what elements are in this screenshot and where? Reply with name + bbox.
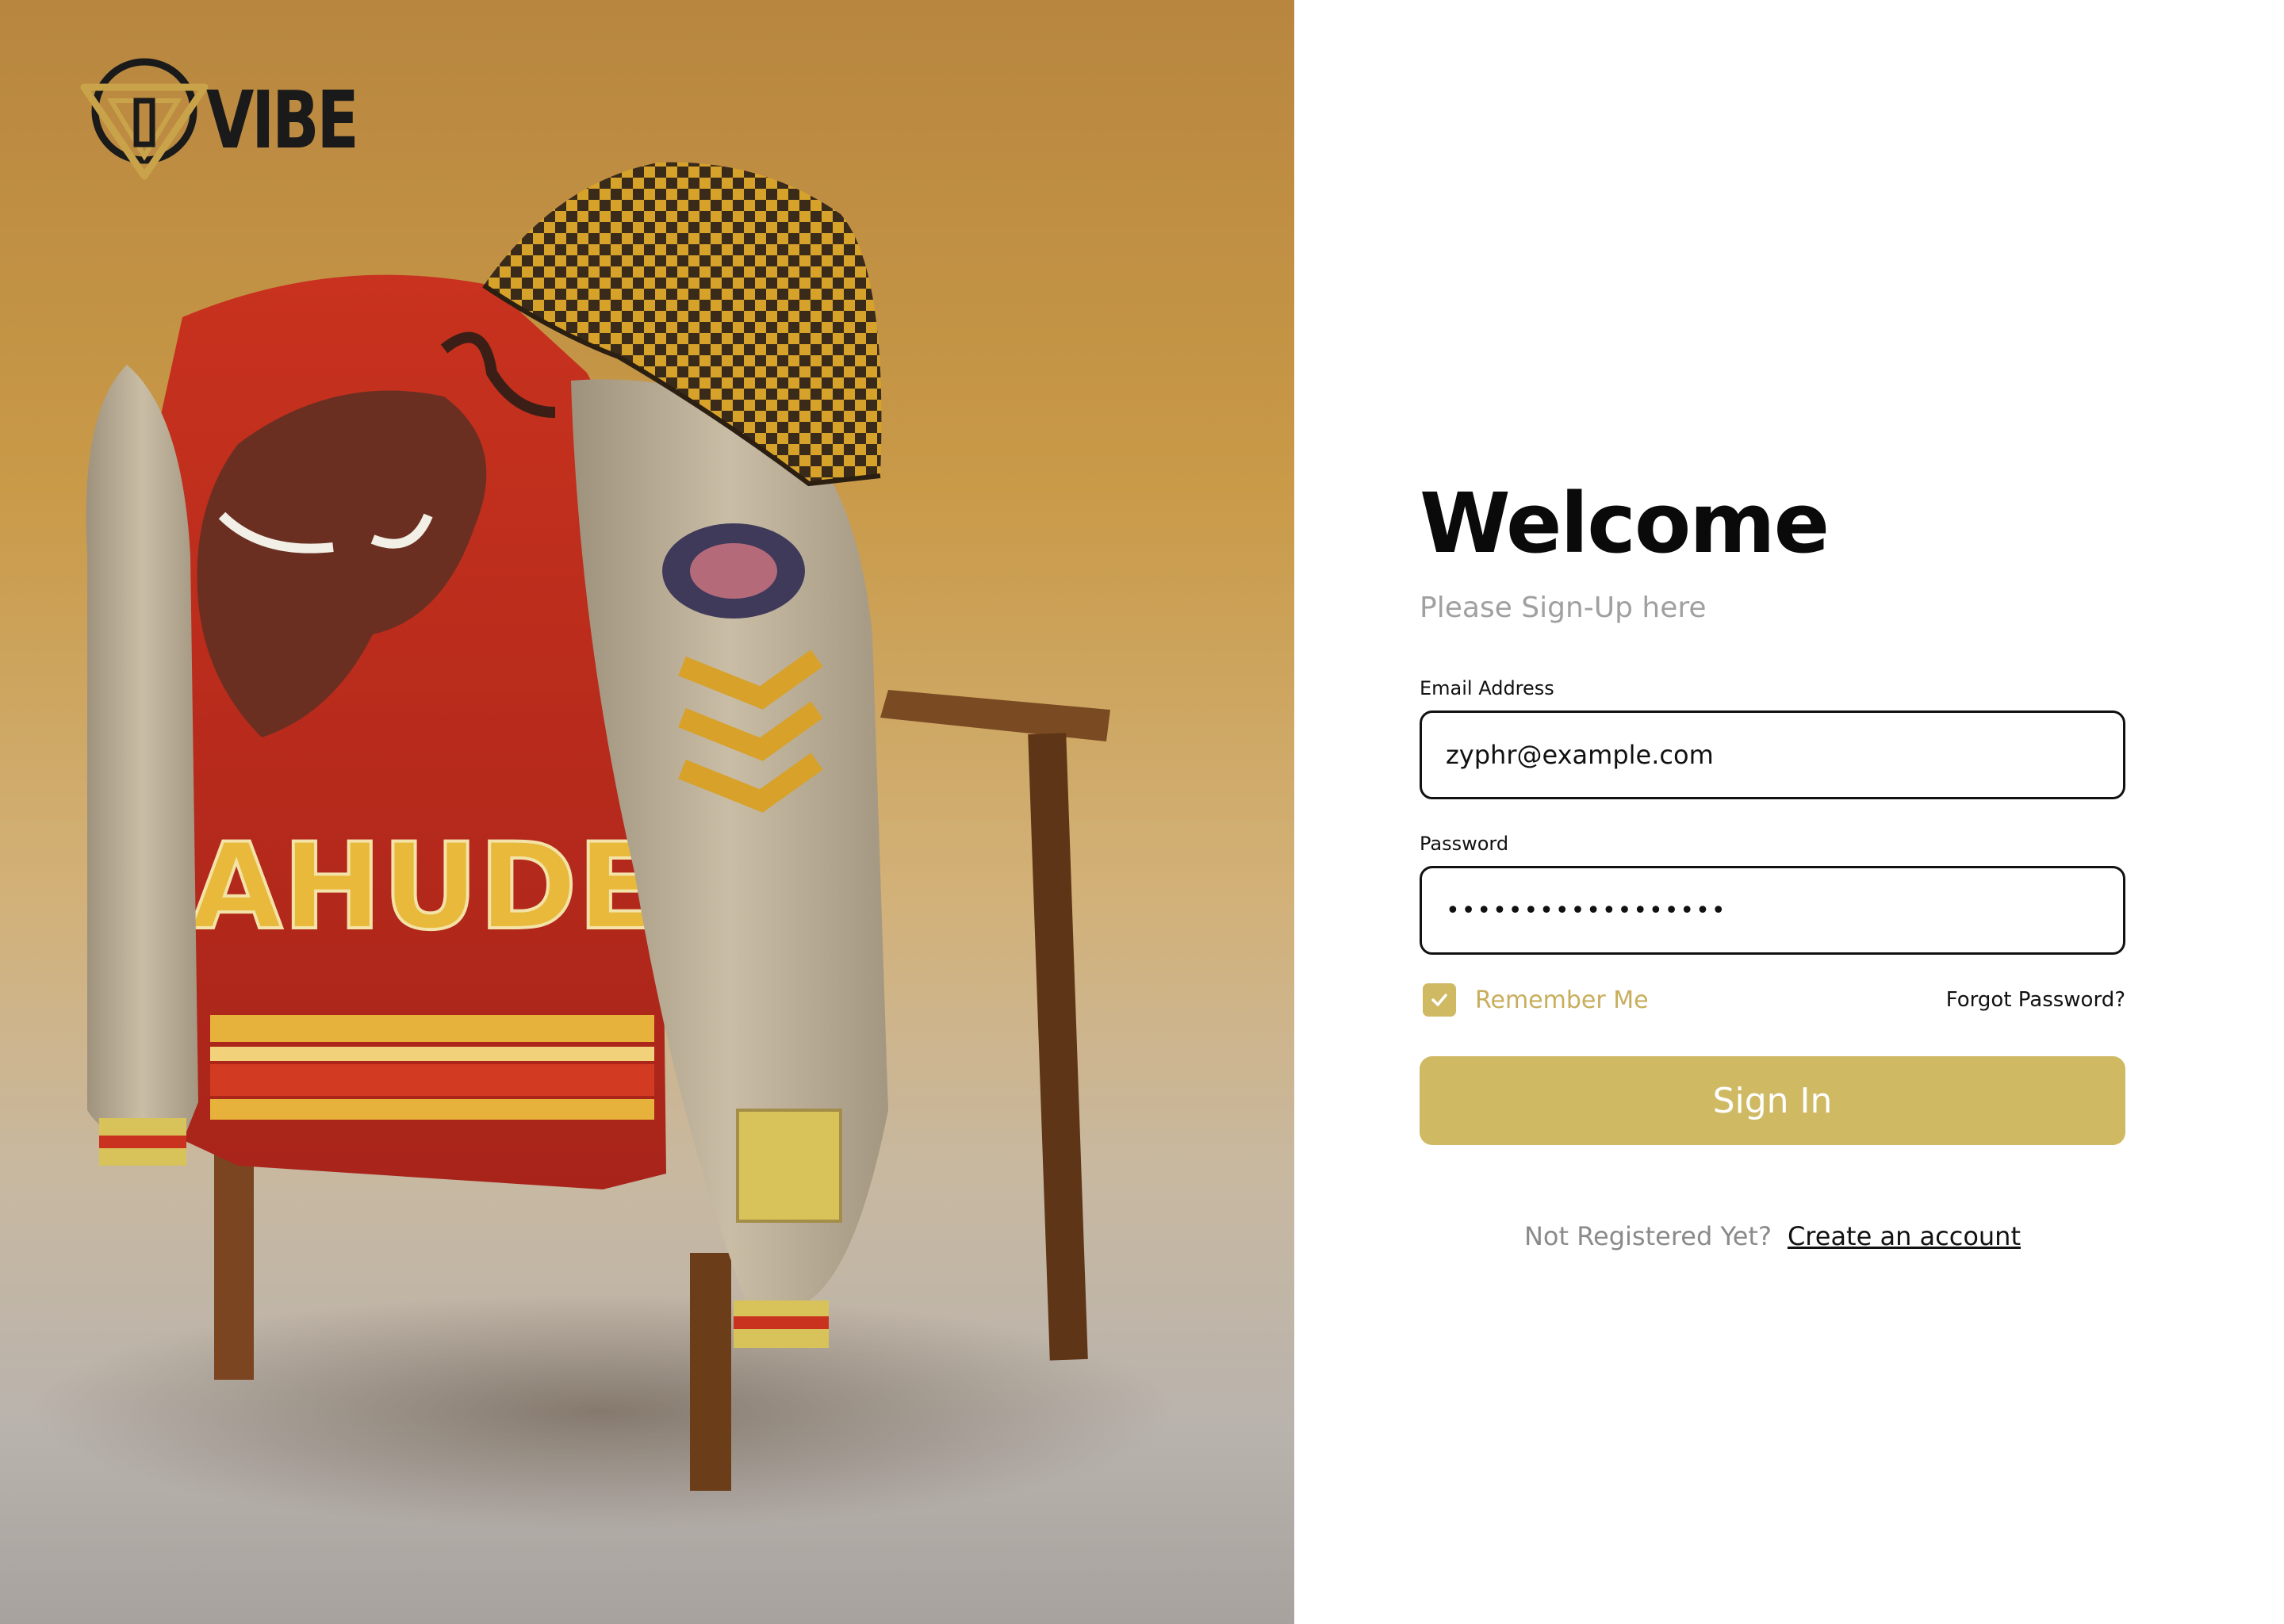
sign-in-form: Welcome Please Sign-Up here Email Addres… [1420, 468, 2125, 1251]
password-label: Password [1420, 833, 1509, 855]
sign-in-panel: Welcome Please Sign-Up here Email Addres… [1294, 0, 2284, 1624]
remember-me[interactable]: Remember Me [1420, 983, 1649, 1017]
email-field[interactable]: zyphr@example.com [1420, 710, 2125, 799]
email-value: zyphr@example.com [1446, 740, 1714, 770]
svg-text:AHUDE: AHUDE [190, 818, 658, 956]
create-account-link[interactable]: Create an account [1788, 1221, 2021, 1251]
login-page: AHUDE VIBE Welcome Please Sign-Up here E… [0, 0, 2284, 1624]
page-title: Welcome [1420, 475, 1830, 572]
password-masked-value: •••••••••••••••••• [1446, 896, 1727, 925]
options-row: Remember Me Forgot Password? [1420, 982, 2125, 1018]
sign-in-button[interactable]: Sign In [1420, 1056, 2125, 1145]
password-field[interactable]: •••••••••••••••••• [1420, 866, 2125, 955]
varsity-jacket-on-chair-photo: AHUDE [32, 162, 1174, 1530]
forgot-password-link[interactable]: Forgot Password? [1946, 988, 2125, 1012]
remember-me-checkbox[interactable] [1423, 983, 1456, 1017]
hero-image-panel: AHUDE VIBE [0, 0, 1294, 1624]
email-label: Email Address [1420, 677, 1554, 699]
brand-logo[interactable]: VIBE [79, 57, 399, 184]
register-row: Not Registered Yet? Create an account [1420, 1221, 2125, 1251]
page-subtitle: Please Sign-Up here [1420, 592, 1707, 624]
remember-me-label: Remember Me [1475, 986, 1649, 1014]
triangle-circle-logo-icon [80, 58, 209, 180]
register-question: Not Registered Yet? [1523, 1221, 1772, 1251]
brand-name: VIBE [206, 74, 359, 167]
check-icon [1431, 994, 1447, 1006]
